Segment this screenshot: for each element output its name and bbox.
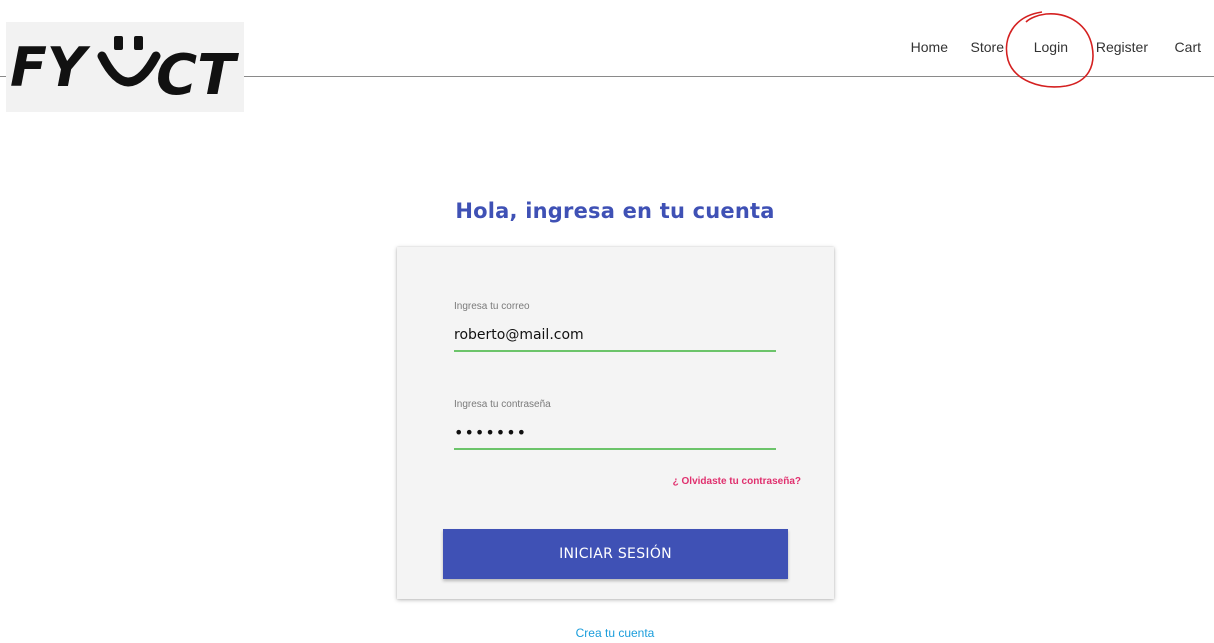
password-field[interactable] (454, 418, 776, 450)
logo-text-left: FY (10, 36, 91, 99)
password-label: Ingresa tu contraseña (454, 399, 551, 410)
login-button[interactable]: INICIAR SESIÓN (443, 529, 788, 579)
nav-register[interactable]: Register (1096, 36, 1148, 58)
nav-login[interactable]: Login (1034, 36, 1068, 58)
site-header: FY CT Home Store Login Register Cart (0, 0, 1214, 112)
email-field[interactable] (454, 320, 776, 352)
nav-store[interactable]: Store (971, 36, 1004, 58)
create-account-link[interactable]: Crea tu cuenta (0, 626, 1214, 640)
logo-image: FY CT (6, 22, 244, 112)
email-field-group: Ingresa tu correo (454, 300, 776, 352)
page-title: Hola, ingresa en tu cuenta (455, 199, 775, 224)
password-field-group: Ingresa tu contraseña (454, 398, 776, 450)
email-label: Ingresa tu correo (454, 301, 530, 312)
login-card: Ingresa tu correo Ingresa tu contraseña … (397, 247, 834, 599)
nav-home[interactable]: Home (911, 36, 948, 58)
logo[interactable]: FY CT (6, 22, 244, 112)
login-page: FY CT Home Store Login Register Cart Hol… (0, 0, 1214, 643)
forgot-password-link[interactable]: ¿ Olvidaste tu contraseña? (673, 476, 801, 487)
nav-cart[interactable]: Cart (1175, 36, 1201, 58)
logo-text-right: CT (156, 43, 239, 108)
